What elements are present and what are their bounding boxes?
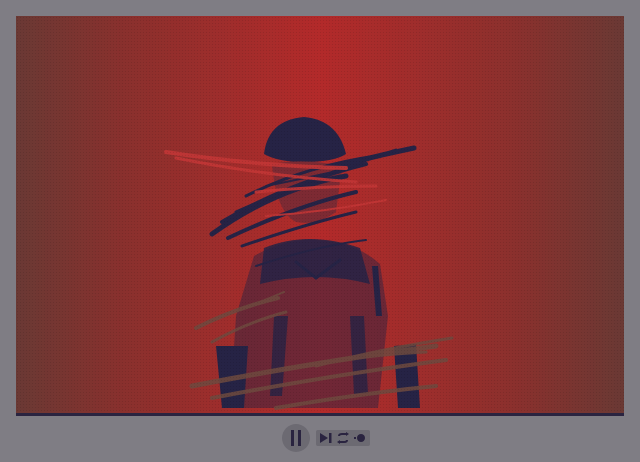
playback-controls <box>282 424 370 452</box>
step-forward-icon <box>320 433 332 443</box>
video-viewport[interactable] <box>16 16 624 414</box>
loop-icon <box>337 432 349 444</box>
pause-button[interactable] <box>282 424 310 452</box>
artwork-figure <box>164 117 454 410</box>
record-icon <box>354 434 365 442</box>
pause-icon <box>291 430 301 446</box>
progress-track[interactable] <box>16 413 624 416</box>
control-strip <box>316 430 370 446</box>
loop-button[interactable] <box>335 431 351 445</box>
step-forward-button[interactable] <box>318 431 334 445</box>
record-button[interactable] <box>352 431 368 445</box>
player-window <box>0 0 640 462</box>
